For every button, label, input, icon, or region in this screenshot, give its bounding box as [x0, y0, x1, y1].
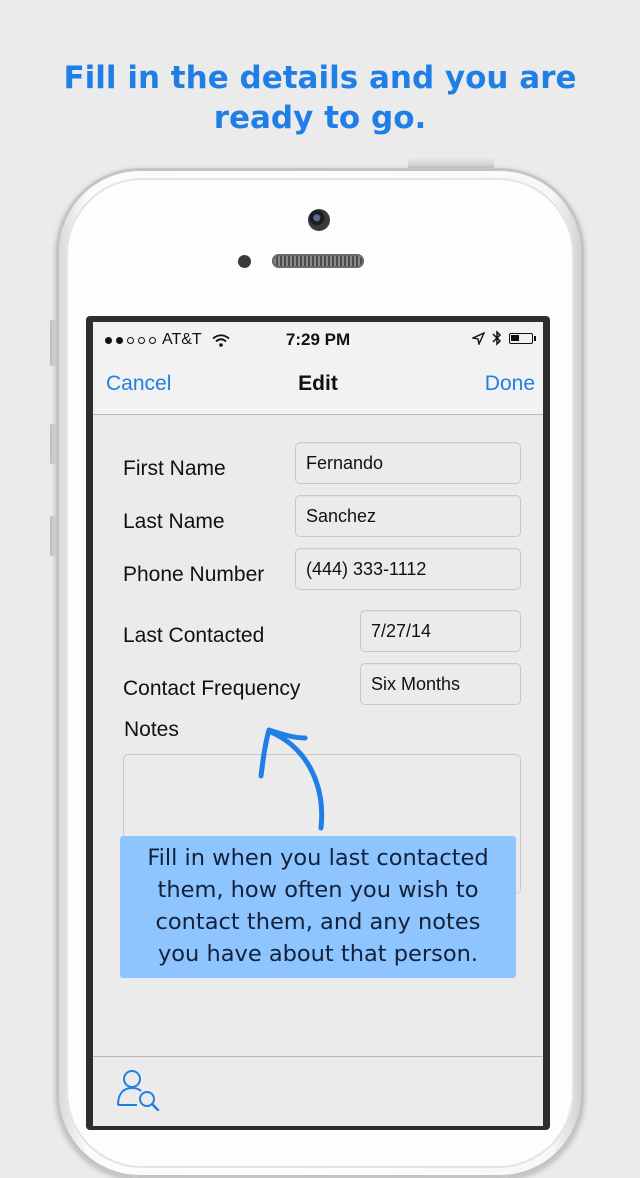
headline-line-1: Fill in the details and you are	[63, 60, 577, 96]
tip-callout: Fill in when you last contacted them, ho…	[120, 836, 516, 978]
first-name-label: First Name	[123, 457, 226, 480]
navigation-bar: Cancel Edit Done	[93, 356, 543, 415]
status-right-icons	[472, 330, 536, 346]
page-title: Edit	[298, 372, 338, 395]
callout-line-1: Fill in when you last contacted	[147, 845, 489, 871]
contact-search-icon[interactable]	[115, 1067, 163, 1111]
notes-label: Notes	[124, 718, 179, 741]
power-button	[408, 158, 494, 168]
bottom-toolbar	[93, 1056, 543, 1126]
location-arrow-icon	[472, 331, 485, 345]
last-name-field[interactable]: Sanchez	[295, 495, 521, 537]
last-contacted-field[interactable]: 7/27/14	[360, 610, 521, 652]
contact-frequency-label: Contact Frequency	[123, 677, 301, 700]
phone-screen: AT&T 7:29 PM Cancel Edit Done First Name…	[93, 322, 543, 1126]
last-contacted-label: Last Contacted	[123, 624, 265, 647]
front-camera	[308, 209, 330, 231]
headline: Fill in the details and you are ready to…	[0, 58, 640, 138]
callout-line-2: them, how often you wish to	[157, 877, 479, 903]
phone-number-label: Phone Number	[123, 563, 265, 586]
callout-line-3: contact them, and any notes	[155, 909, 481, 935]
pointer-arrow-icon	[258, 727, 325, 831]
contact-frequency-field[interactable]: Six Months	[360, 663, 521, 705]
last-name-label: Last Name	[123, 510, 225, 533]
callout-line-4: you have about that person.	[157, 941, 479, 967]
battery-icon	[509, 332, 536, 344]
bluetooth-icon	[492, 330, 502, 346]
first-name-field[interactable]: Fernando	[295, 442, 521, 484]
proximity-sensor	[238, 255, 251, 268]
headline-line-2: ready to go.	[213, 100, 427, 136]
phone-number-field[interactable]: (444) 333-1112	[295, 548, 521, 590]
done-button[interactable]: Done	[485, 372, 535, 396]
status-bar: AT&T 7:29 PM	[93, 322, 543, 356]
earpiece-speaker	[272, 254, 364, 268]
